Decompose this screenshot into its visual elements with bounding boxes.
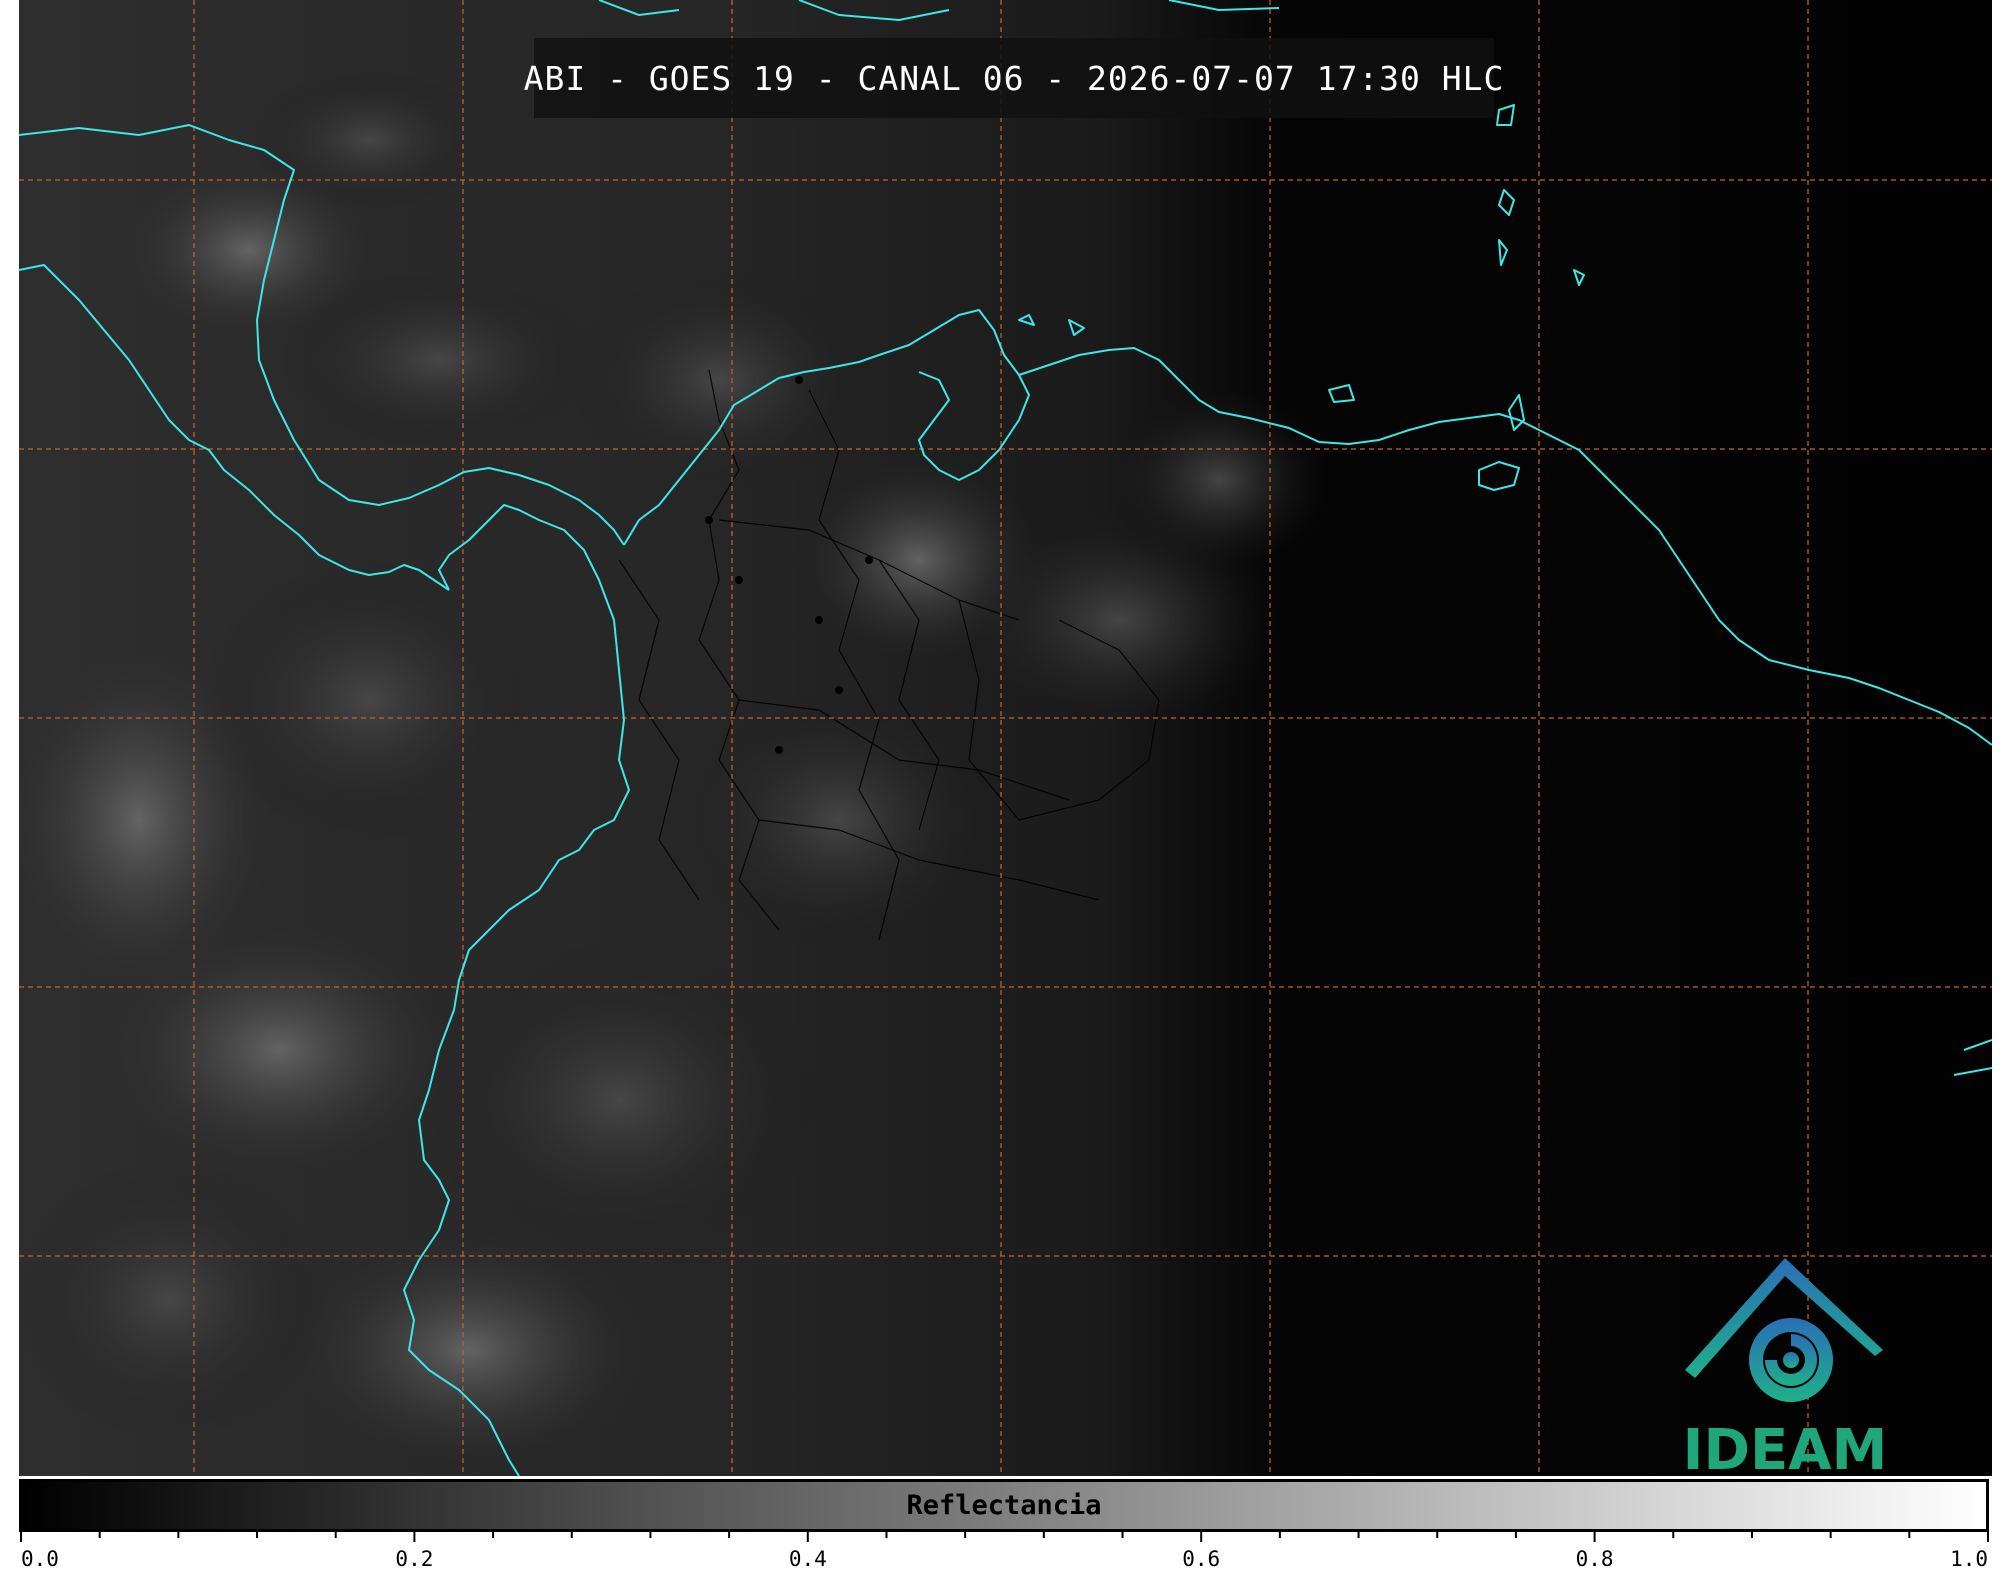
colorbar-tick-label: 0.8 [1576,1547,1614,1571]
colorbar: Reflectancia [19,1479,1989,1532]
title-box: ABI - GOES 19 - CANAL 06 - 2026-07-07 17… [524,38,1503,118]
logo-text: IDEAM [1682,1418,1888,1476]
page-title: ABI - GOES 19 - CANAL 06 - 2026-07-07 17… [523,58,1505,98]
colorbar-tick-label: 0.2 [395,1547,433,1571]
colorbar-tick-label: 0.0 [21,1547,59,1571]
colorbar-tick-label: 0.4 [789,1547,827,1571]
colorbar-label: Reflectancia [906,1490,1102,1521]
colorbar-tick-label: 1.0 [1950,1547,1988,1571]
ideam-logo: IDEAM [1665,1250,1905,1476]
colorbar-ticks: 0.0 0.2 0.4 0.6 0.8 1.0 [20,1530,1989,1571]
colorbar-tick-label: 0.6 [1182,1547,1220,1571]
ideam-logo-icon [1685,1258,1883,1402]
satellite-image-panel: ABI - GOES 19 - CANAL 06 - 2026-07-07 17… [19,0,1992,1476]
